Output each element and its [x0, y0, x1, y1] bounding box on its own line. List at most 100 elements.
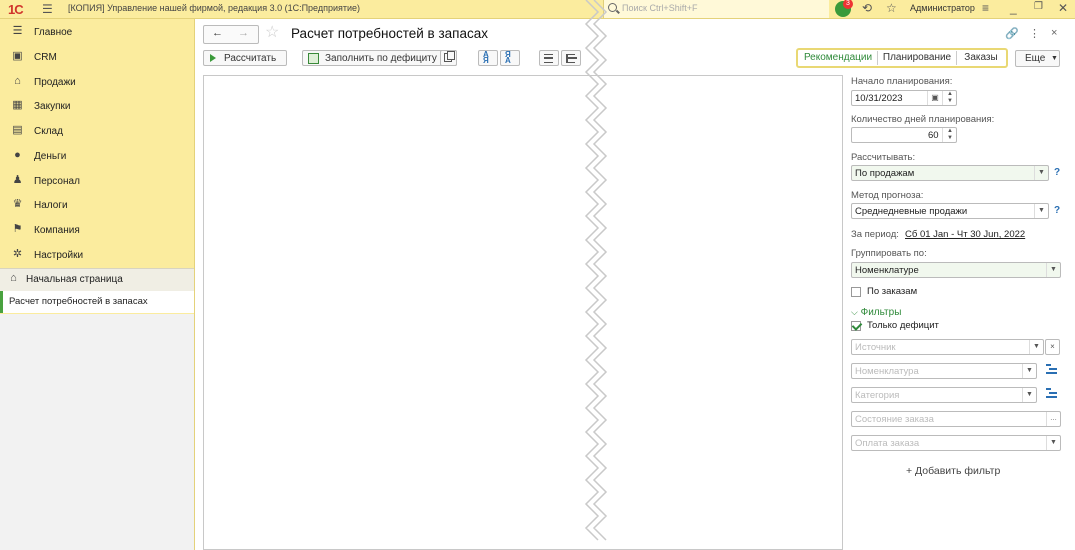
sidebar-item-staff[interactable]: ♟ Персонал	[0, 170, 194, 194]
help-icon[interactable]: ?	[1054, 167, 1060, 178]
sidebar-item-label: Персонал	[34, 176, 80, 187]
chevron-down-icon[interactable]: ▼	[1046, 263, 1060, 277]
sidebar-item-label: Настройки	[34, 250, 84, 261]
sidebar-item-crm[interactable]: ▣ CRM	[0, 46, 194, 70]
calculate-label: Рассчитать	[224, 53, 277, 64]
calculate-by-label: Рассчитывать:	[851, 152, 916, 163]
sidebar-item-purchases[interactable]: ▦ Закупки	[0, 95, 194, 119]
sales-icon: ⌂	[14, 75, 21, 87]
sidebar-item-sales[interactable]: ⌂ Продажи	[0, 71, 194, 95]
minimize-window-icon[interactable]: _	[1010, 1, 1017, 15]
favorite-star-icon[interactable]: ☆	[265, 22, 279, 42]
company-icon: ⚑	[12, 223, 23, 235]
chevron-down-icon[interactable]: ▼	[1022, 364, 1036, 378]
category-filter-field[interactable]: Категория ▼	[851, 387, 1037, 403]
group-by-label: Группировать по:	[851, 248, 927, 259]
page-title: Расчет потребностей в запасах	[291, 26, 488, 41]
ellipsis-icon[interactable]: …	[1046, 412, 1060, 426]
chevron-down-icon[interactable]: ▼	[1029, 340, 1043, 354]
notifications-count-badge: 3	[843, 0, 853, 9]
sidebar-item-warehouse[interactable]: ▤ Склад	[0, 120, 194, 144]
tree-view-button[interactable]	[561, 50, 581, 66]
current-user[interactable]: Администратор	[910, 3, 975, 13]
chevron-down-icon[interactable]: ▼	[1034, 166, 1048, 180]
sidebar-item-settings[interactable]: ✲ Настройки	[0, 244, 194, 268]
global-search-input[interactable]: Поиск Ctrl+Shift+F	[603, 0, 829, 18]
stepper-icon[interactable]: ▲ ▼	[942, 91, 957, 105]
clear-source-button[interactable]: ×	[1045, 339, 1060, 355]
sidebar-item-taxes[interactable]: ♛ Налоги	[0, 194, 194, 218]
planning-days-label: Количество дней планирования:	[851, 114, 995, 125]
open-window-tab-label: Расчет потребностей в запасах	[9, 296, 148, 307]
sort-descending-button[interactable]: ЯA	[500, 50, 520, 66]
add-filter-link[interactable]: + Добавить фильтр	[906, 465, 1000, 477]
title-bar: 1С ☰ [КОПИЯ] Управление нашей фирмой, ре…	[0, 0, 1075, 19]
chevron-down-icon[interactable]: ▼	[1046, 436, 1060, 450]
recommendations-table[interactable]	[203, 75, 843, 550]
window-title: [КОПИЯ] Управление нашей фирмой, редакци…	[68, 3, 361, 13]
staff-icon: ♟	[12, 174, 23, 186]
order-payment-filter-field[interactable]: Оплата заказа ▼	[851, 435, 1061, 451]
taxes-icon: ♛	[12, 198, 23, 210]
torn-edge-divider	[584, 0, 608, 541]
menu-icon: ☰	[12, 25, 23, 37]
sidebar-item-label: Закупки	[34, 101, 71, 112]
filters-group-toggle[interactable]: ⌵ Фильтры	[851, 307, 901, 318]
by-orders-checkbox[interactable]	[851, 287, 861, 297]
sidebar-item-company[interactable]: ⚑ Компания	[0, 219, 194, 243]
period-link[interactable]: Сб 01 Jan - Чт 30 Jun, 2022	[905, 229, 1025, 240]
restore-window-icon[interactable]: ❐	[1034, 1, 1043, 12]
help-icon[interactable]: ?	[1054, 205, 1060, 216]
history-nav: ← →	[203, 25, 259, 44]
source-filter-field[interactable]: Источник ▼	[851, 339, 1044, 355]
planning-days-field[interactable]: 60 ▲ ▼	[851, 127, 957, 143]
list-icon	[544, 54, 553, 63]
start-date-value: 10/31/2023	[855, 93, 903, 104]
open-window-tab[interactable]: Расчет потребностей в запасах	[0, 291, 194, 313]
sort-ascending-button[interactable]: AЯ	[478, 50, 498, 66]
calculate-by-value: По продажам	[855, 168, 915, 179]
group-by-select[interactable]: Номенклатуре ▼	[851, 262, 1061, 278]
home-page-link[interactable]: ⌂ Начальная страница	[0, 268, 194, 291]
only-deficit-checkbox[interactable]	[851, 321, 861, 331]
chevron-down-icon[interactable]: ▼	[1022, 388, 1036, 402]
sidebar-item-label: Деньги	[34, 151, 67, 162]
sidebar: ☰ Главное ▣ CRM ⌂ Продажи ▦ Закупки ▤ Ск…	[0, 19, 195, 550]
forward-arrow-icon[interactable]: →	[238, 27, 249, 39]
favorites-star-icon[interactable]: ☆	[886, 1, 897, 15]
sidebar-item-main[interactable]: ☰ Главное	[0, 21, 194, 45]
fill-by-deficit-label: Заполнить по дефициту	[325, 53, 437, 64]
copy-button[interactable]	[440, 50, 457, 66]
sidebar-empty-area	[0, 314, 194, 550]
chevron-down-icon[interactable]: ▼	[1034, 204, 1048, 218]
history-icon[interactable]: ⟲	[862, 1, 872, 15]
forecast-method-select[interactable]: Среднедневные продажи ▼	[851, 203, 1049, 219]
close-window-icon[interactable]: ✕	[1058, 1, 1068, 15]
main-content: ← → ☆ Расчет потребностей в запасах 🔗 ⋮ …	[195, 19, 1075, 550]
calculate-by-select[interactable]: По продажам ▼	[851, 165, 1049, 181]
order-state-filter-field[interactable]: Состояние заказа …	[851, 411, 1061, 427]
start-date-field[interactable]: 10/31/2023 ▣ ▲ ▼	[851, 90, 957, 106]
forecast-method-label: Метод прогноза:	[851, 190, 924, 201]
tree-list-icon	[566, 54, 577, 63]
list-view-button[interactable]	[539, 50, 559, 66]
nomenclature-filter-field[interactable]: Номенклатура ▼	[851, 363, 1037, 379]
search-placeholder: Поиск Ctrl+Shift+F	[622, 3, 698, 13]
home-icon: ⌂	[10, 272, 17, 284]
start-date-label: Начало планирования:	[851, 76, 953, 87]
sidebar-item-label: Компания	[34, 225, 80, 236]
back-arrow-icon[interactable]: ←	[212, 27, 223, 39]
calendar-icon[interactable]: ▣	[927, 91, 942, 105]
fill-by-deficit-button[interactable]: Заполнить по дефициту	[302, 50, 457, 66]
settings-menu-icon[interactable]: ≡	[982, 1, 989, 15]
app-logo: 1С	[8, 2, 24, 17]
sidebar-item-money[interactable]: ● Деньги	[0, 145, 194, 169]
stepper-icon[interactable]: ▲ ▼	[942, 128, 957, 142]
main-menu-icon[interactable]: ☰	[42, 2, 53, 16]
home-page-label: Начальная страница	[26, 274, 123, 285]
hierarchy-select-icon[interactable]	[1046, 388, 1057, 399]
hierarchy-select-icon[interactable]	[1046, 364, 1057, 375]
forecast-method-value: Среднедневные продажи	[855, 206, 968, 217]
sort-descending-icon: ЯA	[505, 50, 511, 65]
calculate-button[interactable]: Рассчитать	[203, 50, 287, 66]
